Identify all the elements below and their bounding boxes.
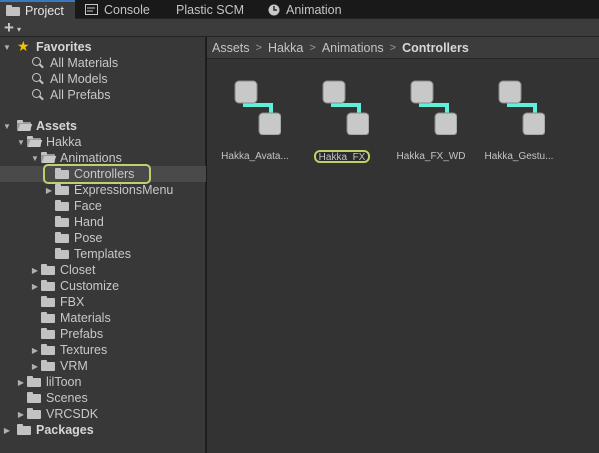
folder-icon: [54, 168, 70, 180]
collapsed-arrow-icon[interactable]: ▶: [44, 182, 54, 198]
collapsed-arrow-icon[interactable]: ▶: [30, 278, 40, 294]
tab-label: Console: [104, 2, 150, 17]
folder-icon: [40, 312, 56, 324]
breadcrumb: Assets > Hakka > Animations > Controller…: [207, 37, 599, 59]
expand-arrow-icon[interactable]: ▼: [2, 39, 12, 55]
expand-arrow-icon[interactable]: ▼: [16, 134, 26, 150]
folder-icon: [54, 200, 70, 212]
asset-name: Hakka_FX: [314, 150, 370, 163]
folder-icon: [40, 328, 56, 340]
clock-icon: [268, 4, 280, 16]
tree-item-textures[interactable]: ▶ Textures: [0, 342, 206, 358]
folder-icon: [40, 344, 56, 356]
window-tab-bar: Project Console Plastic SCM Animation: [0, 0, 599, 19]
tab-label: Animation: [286, 2, 342, 17]
expand-arrow-icon[interactable]: ▼: [2, 118, 12, 134]
folder-icon: [54, 216, 70, 228]
asset-name: Hakka_Avata...: [221, 151, 289, 162]
tree-item-all-materials[interactable]: All Materials: [0, 55, 206, 71]
tab-label: Project: [25, 3, 64, 18]
tab-project[interactable]: Project: [0, 0, 75, 19]
breadcrumb-current: Controllers: [402, 40, 469, 55]
tree-item-all-models[interactable]: All Models: [0, 71, 206, 87]
tab-console[interactable]: Console: [75, 0, 158, 19]
breadcrumb-item-assets[interactable]: Assets: [212, 41, 250, 55]
folder-icon: [6, 5, 20, 16]
animator-controller-icon: [498, 80, 545, 135]
console-icon: [85, 4, 98, 15]
folder-icon: [26, 408, 42, 420]
folder-open-icon: [40, 152, 56, 164]
tree-item-favorites[interactable]: ▼ ★ Favorites: [0, 38, 206, 55]
collapsed-arrow-icon[interactable]: ▶: [16, 406, 26, 422]
project-toolbar: + ▾: [0, 19, 599, 37]
folder-open-icon: [26, 136, 42, 148]
dropdown-caret-icon: ▾: [16, 24, 21, 34]
tree-item-face[interactable]: Face: [0, 198, 206, 214]
folder-icon: [26, 376, 42, 388]
collapsed-arrow-icon[interactable]: ▶: [16, 374, 26, 390]
tree-item-materials[interactable]: Materials: [0, 310, 206, 326]
tree-item-packages[interactable]: ▶ Packages: [0, 422, 206, 438]
breadcrumb-separator: >: [309, 41, 316, 54]
animator-controller-icon: [410, 80, 457, 135]
asset-item[interactable]: Hakka_FX_WD: [389, 77, 473, 167]
tree-item-customize[interactable]: ▶ Customize: [0, 278, 206, 294]
breadcrumb-separator: >: [255, 41, 262, 54]
star-icon: ★: [17, 38, 30, 54]
tree-item-vrm[interactable]: ▶ VRM: [0, 358, 206, 374]
tree-item-all-prefabs[interactable]: All Prefabs: [0, 87, 206, 103]
asset-browser-pane: Assets > Hakka > Animations > Controller…: [207, 37, 599, 453]
tree-item-hand[interactable]: Hand: [0, 214, 206, 230]
tree-item-prefabs[interactable]: Prefabs: [0, 326, 206, 342]
asset-item-selected[interactable]: Hakka_FX: [301, 77, 385, 167]
folder-icon: [54, 248, 70, 260]
tab-animation[interactable]: Animation: [260, 0, 350, 19]
collapsed-arrow-icon[interactable]: ▶: [2, 422, 12, 438]
tree-item-hakka[interactable]: ▼ Hakka: [0, 134, 206, 150]
tree-item-fbx[interactable]: FBX: [0, 294, 206, 310]
asset-name: Hakka_FX_WD: [396, 151, 466, 162]
tree-item-vrcsdk[interactable]: ▶ VRCSDK: [0, 406, 206, 422]
folder-icon: [40, 264, 56, 276]
tree-item-assets[interactable]: ▼ Assets: [0, 118, 206, 134]
folder-open-icon: [16, 120, 32, 132]
animator-controller-icon: [234, 80, 281, 135]
expand-arrow-icon[interactable]: ▼: [30, 150, 40, 166]
folder-tree: ▼ ★ Favorites All Materials All Models A…: [0, 37, 206, 453]
tree-item-animations[interactable]: ▼ Animations: [0, 150, 206, 166]
plus-icon: +: [4, 18, 14, 37]
folder-icon: [40, 280, 56, 292]
collapsed-arrow-icon[interactable]: ▶: [30, 358, 40, 374]
animator-controller-icon: [322, 80, 369, 135]
search-icon: [30, 73, 46, 85]
create-button[interactable]: + ▾: [4, 18, 34, 37]
folder-icon: [26, 392, 42, 404]
asset-name: Hakka_Gestu...: [484, 151, 554, 162]
folder-icon: [54, 232, 70, 244]
tree-item-liltoon[interactable]: ▶ lilToon: [0, 374, 206, 390]
folder-icon: [54, 184, 70, 196]
folder-icon: [40, 296, 56, 308]
breadcrumb-item-hakka[interactable]: Hakka: [268, 41, 303, 55]
search-icon: [30, 89, 46, 101]
search-icon: [30, 57, 46, 69]
tab-plastic-scm[interactable]: Plastic SCM: [158, 0, 260, 19]
breadcrumb-separator: >: [389, 41, 397, 54]
tree-item-pose[interactable]: Pose: [0, 230, 206, 246]
tree-item-controllers[interactable]: Controllers: [0, 166, 206, 182]
collapsed-arrow-icon[interactable]: ▶: [30, 262, 40, 278]
breadcrumb-item-animations[interactable]: Animations: [322, 41, 384, 55]
asset-item[interactable]: Hakka_Avata...: [213, 77, 297, 167]
tree-item-closet[interactable]: ▶ Closet: [0, 262, 206, 278]
tab-label: Plastic SCM: [176, 2, 245, 17]
folder-icon: [40, 360, 56, 372]
tree-item-expressions-menu[interactable]: ▶ ExpressionsMenu: [0, 182, 206, 198]
collapsed-arrow-icon[interactable]: ▶: [30, 342, 40, 358]
asset-item[interactable]: Hakka_Gestu...: [477, 77, 561, 167]
tree-item-scenes[interactable]: Scenes: [0, 390, 206, 406]
folder-icon: [16, 424, 32, 436]
tree-item-templates[interactable]: Templates: [0, 246, 206, 262]
